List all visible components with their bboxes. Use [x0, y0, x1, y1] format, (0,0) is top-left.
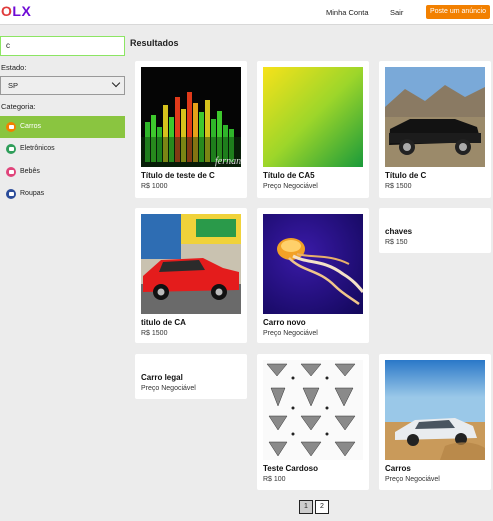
shirt-icon [6, 189, 16, 199]
category-label: Bebês [20, 168, 40, 175]
listing-thumbnail [263, 214, 363, 314]
listing-price: R$ 100 [263, 476, 286, 483]
listing-price: R$ 1500 [385, 183, 412, 190]
pagination-page-1[interactable]: 1 [299, 500, 313, 514]
listing-price: Preço Negociável [141, 385, 196, 392]
category-label: Eletrônicos [20, 145, 55, 152]
car-icon [6, 122, 16, 132]
listing-thumbnail [385, 360, 485, 460]
top-navigation-bar: OLX Minha Conta Sair Poste um anúncio [0, 0, 493, 25]
estado-select[interactable]: SP [0, 76, 125, 95]
listing-card[interactable]: chaves R$ 150 [379, 208, 491, 253]
listing-title: Título de C [385, 171, 427, 180]
baby-icon [6, 167, 16, 177]
logo-letter-x: X [21, 3, 32, 19]
sair-link[interactable]: Sair [390, 8, 403, 17]
listing-price: Preço Negociável [263, 183, 318, 190]
category-item-bebes[interactable]: Bebês [0, 161, 125, 183]
listing-title: titulo de CA [141, 318, 186, 327]
pagination-page-2[interactable]: 2 [315, 500, 329, 514]
listing-card[interactable]: titulo de CA R$ 1500 [135, 208, 247, 343]
listing-card[interactable]: Carro novo Preço Negociável [257, 208, 369, 343]
listing-thumbnail: fernan [141, 67, 241, 167]
categoria-label: Categoria: [1, 102, 36, 111]
search-input[interactable]: c [0, 36, 125, 56]
listing-card[interactable]: Carros Preço Negociável [379, 354, 491, 490]
listing-price: Preço Negociável [385, 476, 440, 483]
listing-price: R$ 150 [385, 239, 408, 246]
chevron-down-icon [111, 78, 121, 88]
listing-thumbnail [141, 214, 241, 314]
listing-title: Teste Cardoso [263, 464, 318, 473]
listing-title: Título de CA5 [263, 171, 315, 180]
category-item-roupas[interactable]: Roupas [0, 183, 125, 205]
listing-price: Preço Negociável [263, 330, 318, 337]
minha-conta-link[interactable]: Minha Conta [326, 8, 369, 17]
listing-title: Carro legal [141, 373, 183, 382]
listing-title: Carros [385, 464, 411, 473]
category-label: Roupas [20, 190, 45, 197]
listing-thumbnail [385, 67, 485, 167]
category-item-eletronicos[interactable]: Eletrônicos [0, 138, 125, 160]
listing-thumbnail [263, 360, 363, 460]
estado-selected-value: SP [8, 81, 19, 90]
listing-title: Carro novo [263, 318, 306, 327]
category-label: Carros [20, 123, 42, 130]
filter-sidebar: c Estado: SP Categoria: Carros Eletrônic… [0, 26, 128, 520]
listing-card[interactable]: Carro legal Preço Negociável [135, 354, 247, 399]
listing-card[interactable]: Teste Cardoso R$ 100 [257, 354, 369, 490]
listing-price: R$ 1000 [141, 183, 168, 190]
listing-card[interactable]: fernan Título de teste de C R$ 1000 [135, 61, 247, 198]
estado-label: Estado: [1, 63, 27, 72]
olx-logo[interactable]: OLX [1, 3, 31, 19]
listing-card[interactable]: Título de C R$ 1500 [379, 61, 491, 198]
results-heading: Resultados [130, 38, 179, 48]
listing-title: Título de teste de C [141, 171, 215, 180]
category-item-carros[interactable]: Carros [0, 116, 125, 138]
post-ad-button[interactable]: Poste um anúncio [426, 5, 490, 19]
listing-card[interactable]: Título de CA5 Preço Negociável [257, 61, 369, 198]
listing-price: R$ 1500 [141, 330, 168, 337]
listing-thumbnail [263, 67, 363, 167]
thumbnail-watermark: fernan [215, 156, 241, 167]
logo-letter-o: O [1, 3, 13, 19]
listing-title: chaves [385, 227, 413, 236]
monitor-icon [6, 144, 16, 154]
